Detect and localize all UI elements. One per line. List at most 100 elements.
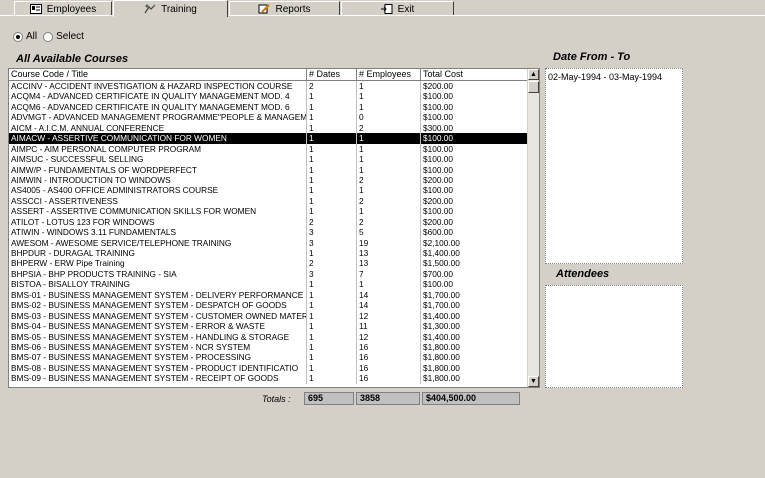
cell-employees: 0 (357, 112, 421, 123)
cell-dates: 1 (307, 91, 357, 102)
courses-table[interactable]: Course Code / Title # Dates # Employees … (8, 68, 540, 388)
cell-dates: 1 (307, 195, 357, 207)
cell-employees: 7 (357, 268, 421, 280)
table-header: Course Code / Title # Dates # Employees … (9, 69, 529, 81)
tab-employees-label: Employees (46, 3, 97, 15)
attendees-list[interactable] (545, 285, 683, 388)
table-row[interactable]: BHPDUR - DURAGAL TRAINING 1 13 $1,400.00 (9, 248, 529, 259)
cell-dates: 2 (307, 258, 357, 269)
table-row[interactable]: ACQM6 - ADVANCED CERTIFICATE IN QUALITY … (9, 101, 529, 113)
cell-employees: 12 (357, 310, 421, 322)
table-row[interactable]: ASSERT - ASSERTIVE COMMUNICATION SKILLS … (9, 206, 529, 217)
table-row[interactable]: BMS-08 - BUSINESS MANAGEMENT SYSTEM - PR… (9, 362, 529, 374)
table-row[interactable]: BHPSIA - BHP PRODUCTS TRAINING - SIA 3 7 $7… (9, 268, 529, 280)
cell-total-cost: $200.00 (421, 81, 529, 92)
cell-course: BMS-06 - BUSINESS MANAGEMENT SYSTEM - NC… (9, 341, 307, 353)
cell-course: AIMACW - ASSERTIVE COMMUNICATION FOR WOM… (9, 133, 307, 144)
tab-reports[interactable]: Reports (229, 1, 340, 16)
date-range-list[interactable]: 02-May-1994 - 03-May-1994 (545, 68, 683, 264)
table-row[interactable]: BHPERW - ERW Pipe Training 2 13 $1,500.00 (9, 258, 529, 269)
cell-total-cost: $100.00 (421, 91, 529, 102)
cell-course: ATIWIN - WINDOWS 3.11 FUNDAMENTALS (9, 227, 307, 238)
cell-employees: 14 (357, 289, 421, 301)
table-row[interactable]: BMS-02 - BUSINESS MANAGEMENT SYSTEM - DE… (9, 300, 529, 311)
table-row[interactable]: ADVMGT - ADVANCED MANAGEMENT PROGRAMME"P… (9, 112, 529, 123)
cell-course: BISTOA - BISALLOY TRAINING (9, 279, 307, 290)
cell-employees: 13 (357, 248, 421, 259)
cell-dates: 1 (307, 101, 357, 113)
table-row[interactable]: BMS-06 - BUSINESS MANAGEMENT SYSTEM - NC… (9, 341, 529, 353)
scroll-down-button[interactable]: ▼ (528, 376, 539, 387)
table-row[interactable]: BMS-09 - BUSINESS MANAGEMENT SYSTEM - RE… (9, 373, 529, 384)
cell-course: BMS-05 - BUSINESS MANAGEMENT SYSTEM - HA… (9, 331, 307, 342)
date-title: Date From - To (553, 51, 631, 63)
cell-dates: 1 (307, 289, 357, 301)
radio-select-indicator[interactable] (43, 31, 54, 42)
column-dates[interactable]: # Dates (307, 69, 357, 80)
table-row[interactable]: AIMW/P - FUNDAMENTALS OF WORDPERFECT 1 1 $1… (9, 164, 529, 175)
table-row[interactable]: BMS-07 - BUSINESS MANAGEMENT SYSTEM - PR… (9, 352, 529, 363)
table-row[interactable]: AIMACW - ASSERTIVE COMMUNICATION FOR WOM… (9, 133, 529, 144)
table-row[interactable]: BMS-03 - BUSINESS MANAGEMENT SYSTEM - CU… (9, 310, 529, 322)
table-row[interactable]: BMS-05 - BUSINESS MANAGEMENT SYSTEM - HA… (9, 331, 529, 342)
table-row[interactable]: AWESOM - AWESOME SERVICE/TELEPHONE TRAIN… (9, 237, 529, 248)
cell-course: BMS-07 - BUSINESS MANAGEMENT SYSTEM - PR… (9, 352, 307, 363)
tab-training[interactable]: Training (113, 0, 228, 17)
column-total-cost[interactable]: Total Cost (421, 69, 529, 80)
cell-total-cost: $600.00 (421, 227, 529, 238)
table-row[interactable]: BISTOA - BISALLOY TRAINING 1 1 $100.00 (9, 279, 529, 290)
table-row[interactable]: BMS-01 - BUSINESS MANAGEMENT SYSTEM - DE… (9, 289, 529, 301)
cell-total-cost: $200.00 (421, 216, 529, 228)
cell-total-cost: $1,400.00 (421, 331, 529, 342)
scroll-up-button[interactable]: ▲ (528, 69, 539, 80)
cell-total-cost: $100.00 (421, 164, 529, 175)
cell-employees: 2 (357, 122, 421, 134)
table-row[interactable]: AICM - A.I.C.M. ANNUAL CONFERENCE 1 2 $300.… (9, 122, 529, 134)
cell-course: BMS-01 - BUSINESS MANAGEMENT SYSTEM - DE… (9, 289, 307, 301)
date-range-item[interactable]: 02-May-1994 - 03-May-1994 (546, 69, 682, 85)
table-row[interactable]: AIMSUC - SUCCESSFUL SELLING 1 1 $100.00 (9, 154, 529, 165)
total-cost: $404,500.00 (422, 392, 520, 405)
table-row[interactable]: ASSCCI - ASSERTIVENESS 1 2 $200.00 (9, 195, 529, 207)
column-employees[interactable]: # Employees (357, 69, 421, 80)
cell-course: AIMWIN - INTRODUCTION TO WINDOWS (9, 174, 307, 186)
cell-course: BHPDUR - DURAGAL TRAINING (9, 248, 307, 259)
cell-course: ACQM6 - ADVANCED CERTIFICATE IN QUALITY … (9, 101, 307, 113)
cell-total-cost: $100.00 (421, 143, 529, 155)
vertical-scrollbar[interactable]: ▲ ▼ (527, 69, 539, 387)
cell-dates: 1 (307, 279, 357, 290)
scroll-thumb[interactable] (528, 81, 539, 93)
cell-employees: 1 (357, 154, 421, 165)
cell-course: AIMSUC - SUCCESSFUL SELLING (9, 154, 307, 165)
totals-label: Totals : (262, 394, 291, 404)
table-row[interactable]: AIMPC - AIM PERSONAL COMPUTER PROGRAM 1 1 $… (9, 143, 529, 155)
table-row[interactable]: BMS-04 - BUSINESS MANAGEMENT SYSTEM - ER… (9, 321, 529, 332)
table-row[interactable]: ATILOT - LOTUS 123 FOR WINDOWS 2 2 $200.00 (9, 216, 529, 228)
radio-select[interactable]: Select (43, 31, 84, 42)
cell-employees: 14 (357, 300, 421, 311)
cell-employees: 1 (357, 101, 421, 113)
table-row[interactable]: ACQM4 - ADVANCED CERTIFICATE IN QUALITY … (9, 91, 529, 102)
cell-dates: 1 (307, 206, 357, 217)
column-course[interactable]: Course Code / Title (9, 69, 307, 80)
tab-exit[interactable]: Exit (341, 1, 454, 16)
radio-all[interactable]: All (13, 31, 37, 42)
table-row[interactable]: AS4005 - AS400 OFFICE ADMINISTRATORS COU… (9, 185, 529, 196)
cell-dates: 1 (307, 164, 357, 175)
cell-dates: 1 (307, 341, 357, 353)
tab-employees[interactable]: Employees (14, 1, 112, 16)
arrow-down-icon: ▼ (530, 378, 537, 385)
table-row[interactable]: AIMWIN - INTRODUCTION TO WINDOWS 1 2 $200.0… (9, 174, 529, 186)
training-icon (144, 4, 156, 14)
cell-employees: 1 (357, 81, 421, 92)
cell-employees: 1 (357, 164, 421, 175)
table-row[interactable]: ATIWIN - WINDOWS 3.11 FUNDAMENTALS 3 5 $600… (9, 227, 529, 238)
cell-total-cost: $1,400.00 (421, 248, 529, 259)
cell-course: BHPERW - ERW Pipe Training (9, 258, 307, 269)
radio-all-indicator[interactable] (13, 31, 23, 42)
cell-total-cost: $100.00 (421, 101, 529, 113)
total-employees: 3858 (356, 392, 420, 405)
cell-dates: 1 (307, 331, 357, 342)
table-row[interactable]: ACCINV - ACCIDENT INVESTIGATION & HAZARD… (9, 81, 529, 92)
cell-course: ACQM4 - ADVANCED CERTIFICATE IN QUALITY … (9, 91, 307, 102)
